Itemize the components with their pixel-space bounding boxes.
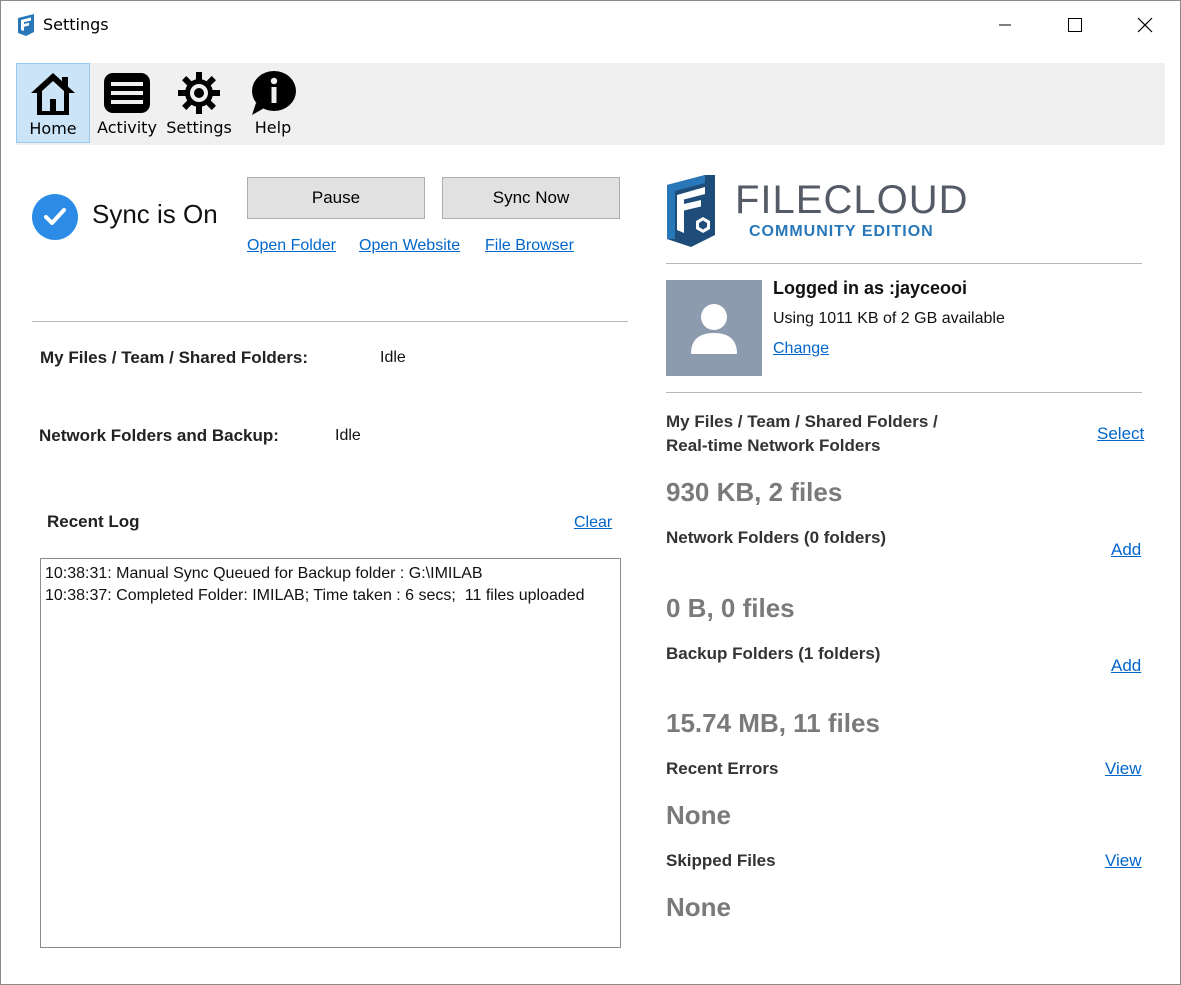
backup-folders-value: 15.74 MB, 11 files bbox=[666, 708, 880, 738]
toolbar: Home Activity Settings Help bbox=[16, 63, 1165, 145]
toolbar-activity[interactable]: Activity bbox=[92, 63, 162, 143]
pause-button[interactable]: Pause bbox=[247, 177, 425, 219]
my-files-status-label: My Files / Team / Shared Folders: bbox=[40, 348, 308, 367]
recent-errors-value: None bbox=[666, 800, 731, 830]
change-account-link[interactable]: Change bbox=[773, 340, 829, 358]
close-icon bbox=[1137, 17, 1153, 33]
my-files-summary-label-line1: My Files / Team / Shared Folders / bbox=[666, 412, 938, 431]
filecloud-logo-icon bbox=[667, 175, 715, 247]
toolbar-help[interactable]: Help bbox=[238, 63, 308, 143]
title-bar: Settings bbox=[1, 1, 1180, 49]
clear-log-link[interactable]: Clear bbox=[574, 514, 612, 532]
sync-status-text: Sync is On bbox=[92, 199, 218, 229]
home-icon bbox=[31, 73, 75, 115]
logged-in-user: Logged in as :jayceooi bbox=[773, 278, 968, 298]
gear-icon bbox=[178, 72, 220, 114]
select-folders-link[interactable]: Select bbox=[1097, 424, 1144, 444]
minimize-icon bbox=[999, 24, 1011, 26]
maximize-icon bbox=[1068, 18, 1082, 32]
skipped-files-label: Skipped Files bbox=[666, 851, 776, 870]
recent-errors-label: Recent Errors bbox=[666, 759, 779, 778]
open-website-link[interactable]: Open Website bbox=[359, 237, 460, 255]
network-status-value: Idle bbox=[335, 427, 361, 444]
add-backup-folder-link[interactable]: Add bbox=[1111, 656, 1141, 676]
avatar bbox=[666, 280, 762, 376]
toolbar-home[interactable]: Home bbox=[16, 63, 90, 143]
backup-folders-label: Backup Folders (1 folders) bbox=[666, 644, 881, 663]
toolbar-help-label: Help bbox=[254, 118, 292, 137]
divider bbox=[666, 392, 1142, 393]
toolbar-settings[interactable]: Settings bbox=[164, 63, 234, 143]
view-skipped-link[interactable]: View bbox=[1105, 851, 1142, 871]
maximize-button[interactable] bbox=[1040, 1, 1110, 49]
divider bbox=[32, 321, 628, 322]
open-folder-link[interactable]: Open Folder bbox=[247, 237, 336, 255]
recent-log-title: Recent Log bbox=[47, 512, 140, 531]
filecloud-app-icon bbox=[18, 14, 34, 36]
sync-now-button[interactable]: Sync Now bbox=[442, 177, 620, 219]
network-folders-value: 0 B, 0 files bbox=[666, 593, 795, 623]
brand-edition: COMMUNITY EDITION bbox=[749, 223, 934, 240]
window-title: Settings bbox=[43, 15, 109, 34]
add-network-folder-link[interactable]: Add bbox=[1111, 540, 1141, 560]
divider bbox=[666, 263, 1142, 264]
user-icon bbox=[691, 304, 737, 354]
skipped-files-value: None bbox=[666, 892, 731, 922]
list-icon bbox=[104, 73, 150, 113]
network-folders-label: Network Folders (0 folders) bbox=[666, 528, 887, 547]
log-line: 10:38:37: Completed Folder: IMILAB; Time… bbox=[45, 587, 585, 604]
storage-usage: Using 1011 KB of 2 GB available bbox=[773, 310, 1005, 327]
info-bubble-icon bbox=[252, 71, 296, 115]
sync-on-check-icon bbox=[32, 194, 78, 240]
recent-log-textbox[interactable]: 10:38:31: Manual Sync Queued for Backup … bbox=[40, 558, 621, 948]
toolbar-home-label: Home bbox=[29, 119, 77, 138]
settings-window: Settings Home Activity Settings Help Syn… bbox=[0, 0, 1181, 985]
my-files-summary-label-line2: Real-time Network Folders bbox=[666, 436, 881, 455]
toolbar-settings-label: Settings bbox=[166, 118, 232, 137]
my-files-status-value: Idle bbox=[380, 349, 406, 366]
file-browser-link[interactable]: File Browser bbox=[485, 237, 574, 255]
log-line: 10:38:31: Manual Sync Queued for Backup … bbox=[45, 565, 483, 582]
toolbar-activity-label: Activity bbox=[97, 118, 157, 137]
network-status-label: Network Folders and Backup: bbox=[39, 426, 279, 445]
minimize-button[interactable] bbox=[970, 1, 1040, 49]
close-button[interactable] bbox=[1110, 1, 1180, 49]
brand-name: FILECLOUD bbox=[735, 178, 969, 222]
view-errors-link[interactable]: View bbox=[1105, 759, 1142, 779]
my-files-summary-value: 930 KB, 2 files bbox=[666, 477, 843, 507]
